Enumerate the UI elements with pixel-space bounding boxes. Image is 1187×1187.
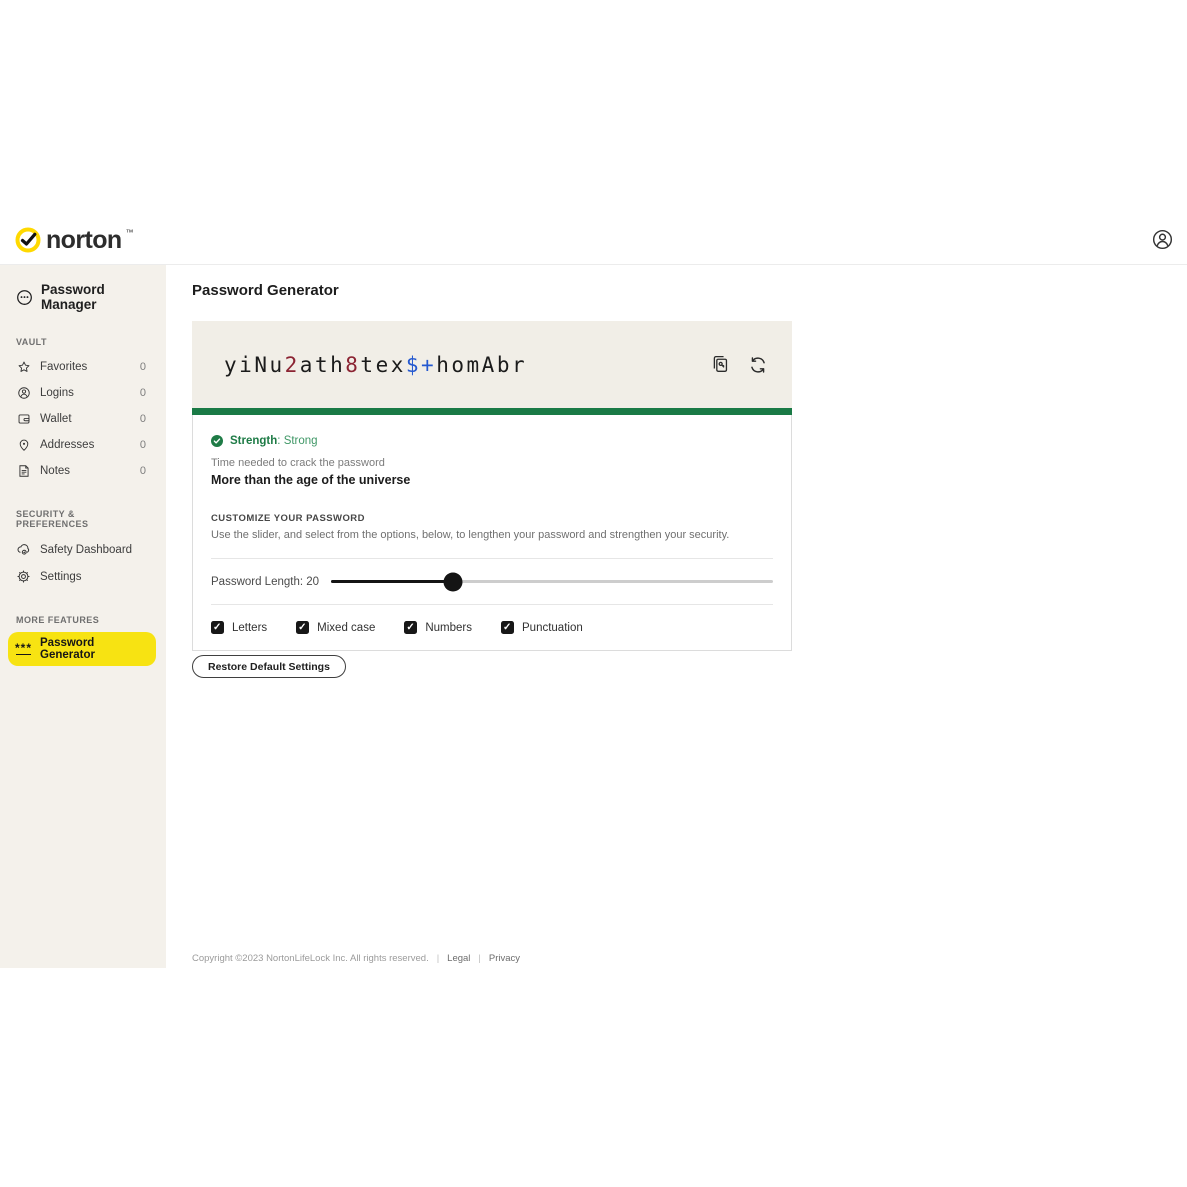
strength-check-icon xyxy=(211,435,223,447)
checkbox-punctuation-icon xyxy=(501,621,514,634)
sidebar-item-password-generator[interactable]: *** Password Generator xyxy=(8,632,156,666)
safety-cloud-icon xyxy=(16,542,31,557)
customize-section-description: Use the slider, and select from the opti… xyxy=(211,529,773,541)
option-label: Letters xyxy=(232,622,267,634)
location-pin-icon xyxy=(16,438,31,452)
section-label-security-preferences: SECURITY & PREFERENCES xyxy=(16,509,150,529)
password-actions xyxy=(710,354,768,375)
copyright-text: Copyright ©2023 NortonLifeLock Inc. All … xyxy=(192,953,429,964)
footer-separator: | xyxy=(437,953,439,964)
password-length-slider[interactable] xyxy=(331,580,773,583)
note-icon xyxy=(16,464,31,478)
norton-check-circle-icon xyxy=(14,226,42,254)
sidebar: Password Manager VAULT Favorites 0 Login… xyxy=(0,265,166,968)
account-icon xyxy=(1151,239,1174,254)
restore-default-settings-button[interactable]: Restore Default Settings xyxy=(192,655,346,678)
regenerate-password-button[interactable] xyxy=(748,355,768,375)
item-label: Safety Dashboard xyxy=(40,544,132,556)
password-display: yiNu2ath8tex$+homAbr xyxy=(192,321,792,408)
crack-time-label: Time needed to crack the password xyxy=(211,457,773,469)
item-count: 0 xyxy=(140,387,146,399)
main-content: Password Generator yiNu2ath8tex$+homAbr xyxy=(166,265,1187,968)
item-label: Favorites xyxy=(40,361,87,373)
checkbox-mixed-case-icon xyxy=(296,621,309,634)
checkbox-numbers-icon xyxy=(404,621,417,634)
option-letters[interactable]: Letters xyxy=(211,621,267,634)
strength-value: Strong xyxy=(284,435,318,447)
option-numbers[interactable]: Numbers xyxy=(404,621,472,634)
item-count: 0 xyxy=(140,413,146,425)
item-label: Wallet xyxy=(40,413,72,425)
norton-logo[interactable]: norton ™ xyxy=(14,226,134,254)
slider-fill xyxy=(331,580,453,583)
page-title: Password Generator xyxy=(192,282,339,299)
copy-icon xyxy=(710,363,731,378)
item-count: 0 xyxy=(140,439,146,451)
item-label: Notes xyxy=(40,465,70,477)
item-label: Logins xyxy=(40,387,74,399)
trademark-symbol: ™ xyxy=(126,228,134,237)
item-label: Password Generator xyxy=(40,637,144,661)
strength-meter-bar xyxy=(192,408,792,415)
brand-wordmark: norton xyxy=(46,226,122,254)
item-label: Addresses xyxy=(40,439,94,451)
sidebar-title: Password Manager xyxy=(41,282,150,312)
sidebar-password-manager-home[interactable]: Password Manager xyxy=(0,282,166,312)
item-count: 0 xyxy=(140,465,146,477)
checkbox-letters-icon xyxy=(211,621,224,634)
person-circle-icon xyxy=(16,386,31,400)
asterisks-field-icon: *** xyxy=(16,644,31,655)
password-manager-icon xyxy=(16,289,33,306)
option-label: Punctuation xyxy=(522,622,583,634)
crack-time-value: More than the age of the universe xyxy=(211,473,773,487)
sidebar-item-addresses[interactable]: Addresses 0 xyxy=(0,432,166,458)
sidebar-item-logins[interactable]: Logins 0 xyxy=(0,380,166,406)
account-button[interactable] xyxy=(1151,228,1174,251)
top-header: norton ™ xyxy=(0,220,1187,265)
strength-colon: : xyxy=(277,435,280,447)
character-options-row: Letters Mixed case Numbers Punctuation xyxy=(211,621,773,634)
strength-row: Strength: Strong xyxy=(211,435,773,447)
sidebar-item-notes[interactable]: Notes 0 xyxy=(0,458,166,484)
sidebar-item-safety-dashboard[interactable]: Safety Dashboard xyxy=(0,536,166,563)
section-label-vault: VAULT xyxy=(16,337,150,347)
item-count: 0 xyxy=(140,361,146,373)
item-label: Settings xyxy=(40,571,82,583)
sidebar-item-wallet[interactable]: Wallet 0 xyxy=(0,406,166,432)
password-details-panel: Strength: Strong Time needed to crack th… xyxy=(192,415,792,651)
footer-separator: | xyxy=(478,953,480,964)
legal-link[interactable]: Legal xyxy=(447,953,470,964)
customize-section-title: CUSTOMIZE YOUR PASSWORD xyxy=(211,513,773,524)
option-punctuation[interactable]: Punctuation xyxy=(501,621,583,634)
section-label-more-features: MORE FEATURES xyxy=(16,615,150,625)
divider xyxy=(211,604,773,605)
option-label: Mixed case xyxy=(317,622,375,634)
password-generator-card: yiNu2ath8tex$+homAbr xyxy=(192,321,792,651)
wallet-icon xyxy=(16,412,31,426)
option-label: Numbers xyxy=(425,622,472,634)
strength-label: Strength xyxy=(230,435,277,447)
password-length-label: Password Length: 20 xyxy=(211,576,331,588)
password-text: yiNu2ath8tex$+homAbr xyxy=(224,353,527,377)
privacy-link[interactable]: Privacy xyxy=(489,953,520,964)
copy-password-button[interactable] xyxy=(710,354,731,375)
password-length-row: Password Length: 20 xyxy=(211,559,773,604)
gear-icon xyxy=(16,569,31,584)
slider-thumb[interactable] xyxy=(443,572,462,591)
sidebar-item-settings[interactable]: Settings xyxy=(0,563,166,590)
option-mixed-case[interactable]: Mixed case xyxy=(296,621,375,634)
footer: Copyright ©2023 NortonLifeLock Inc. All … xyxy=(192,953,520,964)
norton-password-manager-app: norton ™ Password xyxy=(0,0,1187,1187)
star-icon xyxy=(16,360,31,374)
sidebar-item-favorites[interactable]: Favorites 0 xyxy=(0,354,166,380)
refresh-icon xyxy=(748,363,768,378)
